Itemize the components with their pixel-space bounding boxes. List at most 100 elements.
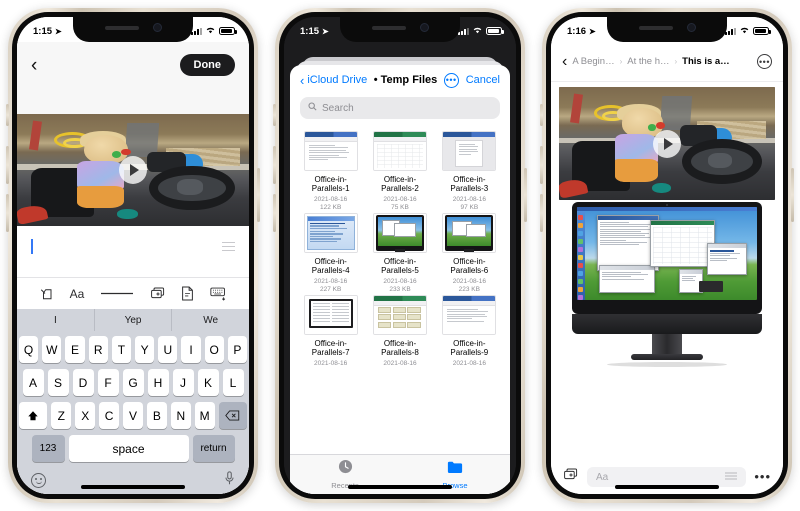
file-item[interactable]: Office-in-Parallels-2 2021-08-16 75 KB <box>367 131 432 211</box>
file-thumbnail-ppt-slides <box>372 294 427 335</box>
key-p[interactable]: P <box>227 336 248 363</box>
video-attachment-thumbnail[interactable] <box>559 87 775 200</box>
power-button[interactable] <box>257 168 260 222</box>
mute-switch[interactable] <box>6 104 9 126</box>
file-item[interactable]: Office-in-Parallels-5 2021-08-16 233 KB <box>367 212 432 293</box>
key-h[interactable]: H <box>147 369 169 396</box>
text-format-icon[interactable]: Aa <box>70 287 85 301</box>
key-o[interactable]: O <box>204 336 224 363</box>
format-field[interactable]: Aa <box>587 467 747 487</box>
key-k[interactable]: K <box>197 369 219 396</box>
search-input[interactable]: Search <box>300 97 500 119</box>
key-i[interactable]: I <box>181 336 201 363</box>
key-u[interactable]: U <box>158 336 178 363</box>
key-f[interactable]: F <box>97 369 119 396</box>
power-button[interactable] <box>524 168 527 222</box>
key-l[interactable]: L <box>222 369 244 396</box>
play-icon[interactable] <box>119 156 147 184</box>
divider-line-icon[interactable] <box>100 292 134 295</box>
list-lines-icon[interactable] <box>725 471 738 483</box>
key-r[interactable]: R <box>88 336 108 363</box>
prediction-1[interactable]: Yep <box>95 309 173 331</box>
imac-camera-icon <box>666 204 668 206</box>
numbers-key[interactable]: 123 <box>31 435 65 462</box>
done-button[interactable]: Done <box>179 54 235 76</box>
file-item[interactable]: Office-in-Parallels-9 2021-08-16 <box>437 294 502 367</box>
key-d[interactable]: D <box>72 369 94 396</box>
prediction-0[interactable]: I <box>17 309 95 331</box>
file-item[interactable]: Office-in-Parallels-6 2021-08-16 223 KB <box>437 212 502 293</box>
ellipsis-circle-icon[interactable]: ••• <box>443 72 459 88</box>
backspace-key[interactable] <box>218 402 248 429</box>
key-y[interactable]: Y <box>135 336 155 363</box>
home-indicator[interactable] <box>81 485 185 489</box>
breadcrumb-item-2[interactable]: This is a… <box>682 56 730 67</box>
key-g[interactable]: G <box>122 369 144 396</box>
windows-taskbar <box>577 207 757 211</box>
volume-up-button[interactable] <box>273 146 276 184</box>
back-icon[interactable]: ‹ <box>562 53 567 70</box>
return-key[interactable]: return <box>192 435 235 462</box>
key-v[interactable]: V <box>123 402 143 429</box>
hide-keyboard-icon[interactable] <box>210 287 227 301</box>
keyboard-row-1: Q W E R T Y U I O P <box>18 336 248 363</box>
shift-key[interactable] <box>18 402 48 429</box>
battery-icon <box>753 27 771 35</box>
microphone-icon[interactable] <box>224 470 235 491</box>
key-m[interactable]: M <box>194 402 215 429</box>
imac-illustration <box>572 202 762 367</box>
breadcrumb-item-0[interactable]: A Begin… <box>572 56 614 67</box>
prediction-2[interactable]: We <box>172 309 249 331</box>
key-b[interactable]: B <box>146 402 167 429</box>
volume-down-button[interactable] <box>273 194 276 232</box>
note-canvas-spacer <box>17 88 249 114</box>
file-item[interactable]: Office-in-Parallels-1 2021-08-16 122 KB <box>298 131 363 211</box>
home-indicator[interactable] <box>348 485 452 489</box>
file-item[interactable]: Office-in-Parallels-3 2021-08-16 97 KB <box>437 131 502 211</box>
file-item[interactable]: Office-in-Parallels-7 2021-08-16 <box>298 294 363 367</box>
volume-down-button[interactable] <box>540 194 543 232</box>
scan-document-icon[interactable] <box>181 286 194 301</box>
mute-switch[interactable] <box>540 104 543 126</box>
key-c[interactable]: C <box>99 402 120 429</box>
key-t[interactable]: T <box>111 336 131 363</box>
breadcrumb-item-1[interactable]: At the h… <box>627 56 669 67</box>
power-button[interactable] <box>791 168 794 222</box>
key-j[interactable]: J <box>172 369 194 396</box>
key-q[interactable]: Q <box>18 336 39 363</box>
printer-thumbnail <box>699 281 723 292</box>
key-z[interactable]: Z <box>51 402 72 429</box>
file-thumbnail-word-page <box>442 131 497 171</box>
key-n[interactable]: N <box>170 402 191 429</box>
files-grid: Office-in-Parallels-1 2021-08-16 122 KB … <box>290 125 510 454</box>
mute-switch[interactable] <box>273 104 276 126</box>
add-media-icon[interactable] <box>150 287 166 301</box>
play-icon[interactable] <box>653 129 681 158</box>
cancel-button[interactable]: Cancel <box>466 74 500 86</box>
file-item[interactable]: Office-in-Parallels-4 2021-08-16 227 KB <box>298 212 363 293</box>
back-to-icloud-drive-button[interactable]: ‹ iCloud Drive <box>300 73 367 88</box>
key-e[interactable]: E <box>65 336 85 363</box>
emoji-face-icon[interactable] <box>31 473 46 488</box>
files-picker-sheet: ‹ iCloud Drive • Temp Files ••• Cancel S… <box>290 65 510 494</box>
key-x[interactable]: X <box>75 402 96 429</box>
volume-up-button[interactable] <box>6 146 9 184</box>
volume-down-button[interactable] <box>6 194 9 232</box>
home-indicator[interactable] <box>615 485 719 489</box>
ellipsis-circle-icon[interactable]: ••• <box>757 54 772 69</box>
add-media-icon[interactable] <box>563 468 579 487</box>
space-key[interactable]: space <box>68 435 189 462</box>
note-text-area[interactable] <box>17 226 249 277</box>
key-a[interactable]: A <box>22 369 44 396</box>
video-attachment-thumbnail[interactable] <box>17 114 249 226</box>
imac-screenshot-attachment[interactable] <box>559 202 775 367</box>
back-icon[interactable]: ‹ <box>31 56 37 75</box>
key-s[interactable]: S <box>47 369 69 396</box>
file-name: Office-in-Parallels-1 <box>311 175 350 194</box>
earpiece-speaker <box>638 25 673 30</box>
key-w[interactable]: W <box>42 336 62 363</box>
markup-pen-icon[interactable] <box>39 286 54 301</box>
file-item[interactable]: Office-in-Parallels-8 2021-08-16 <box>367 294 432 367</box>
volume-up-button[interactable] <box>540 146 543 184</box>
file-size: 223 KB <box>458 285 480 293</box>
